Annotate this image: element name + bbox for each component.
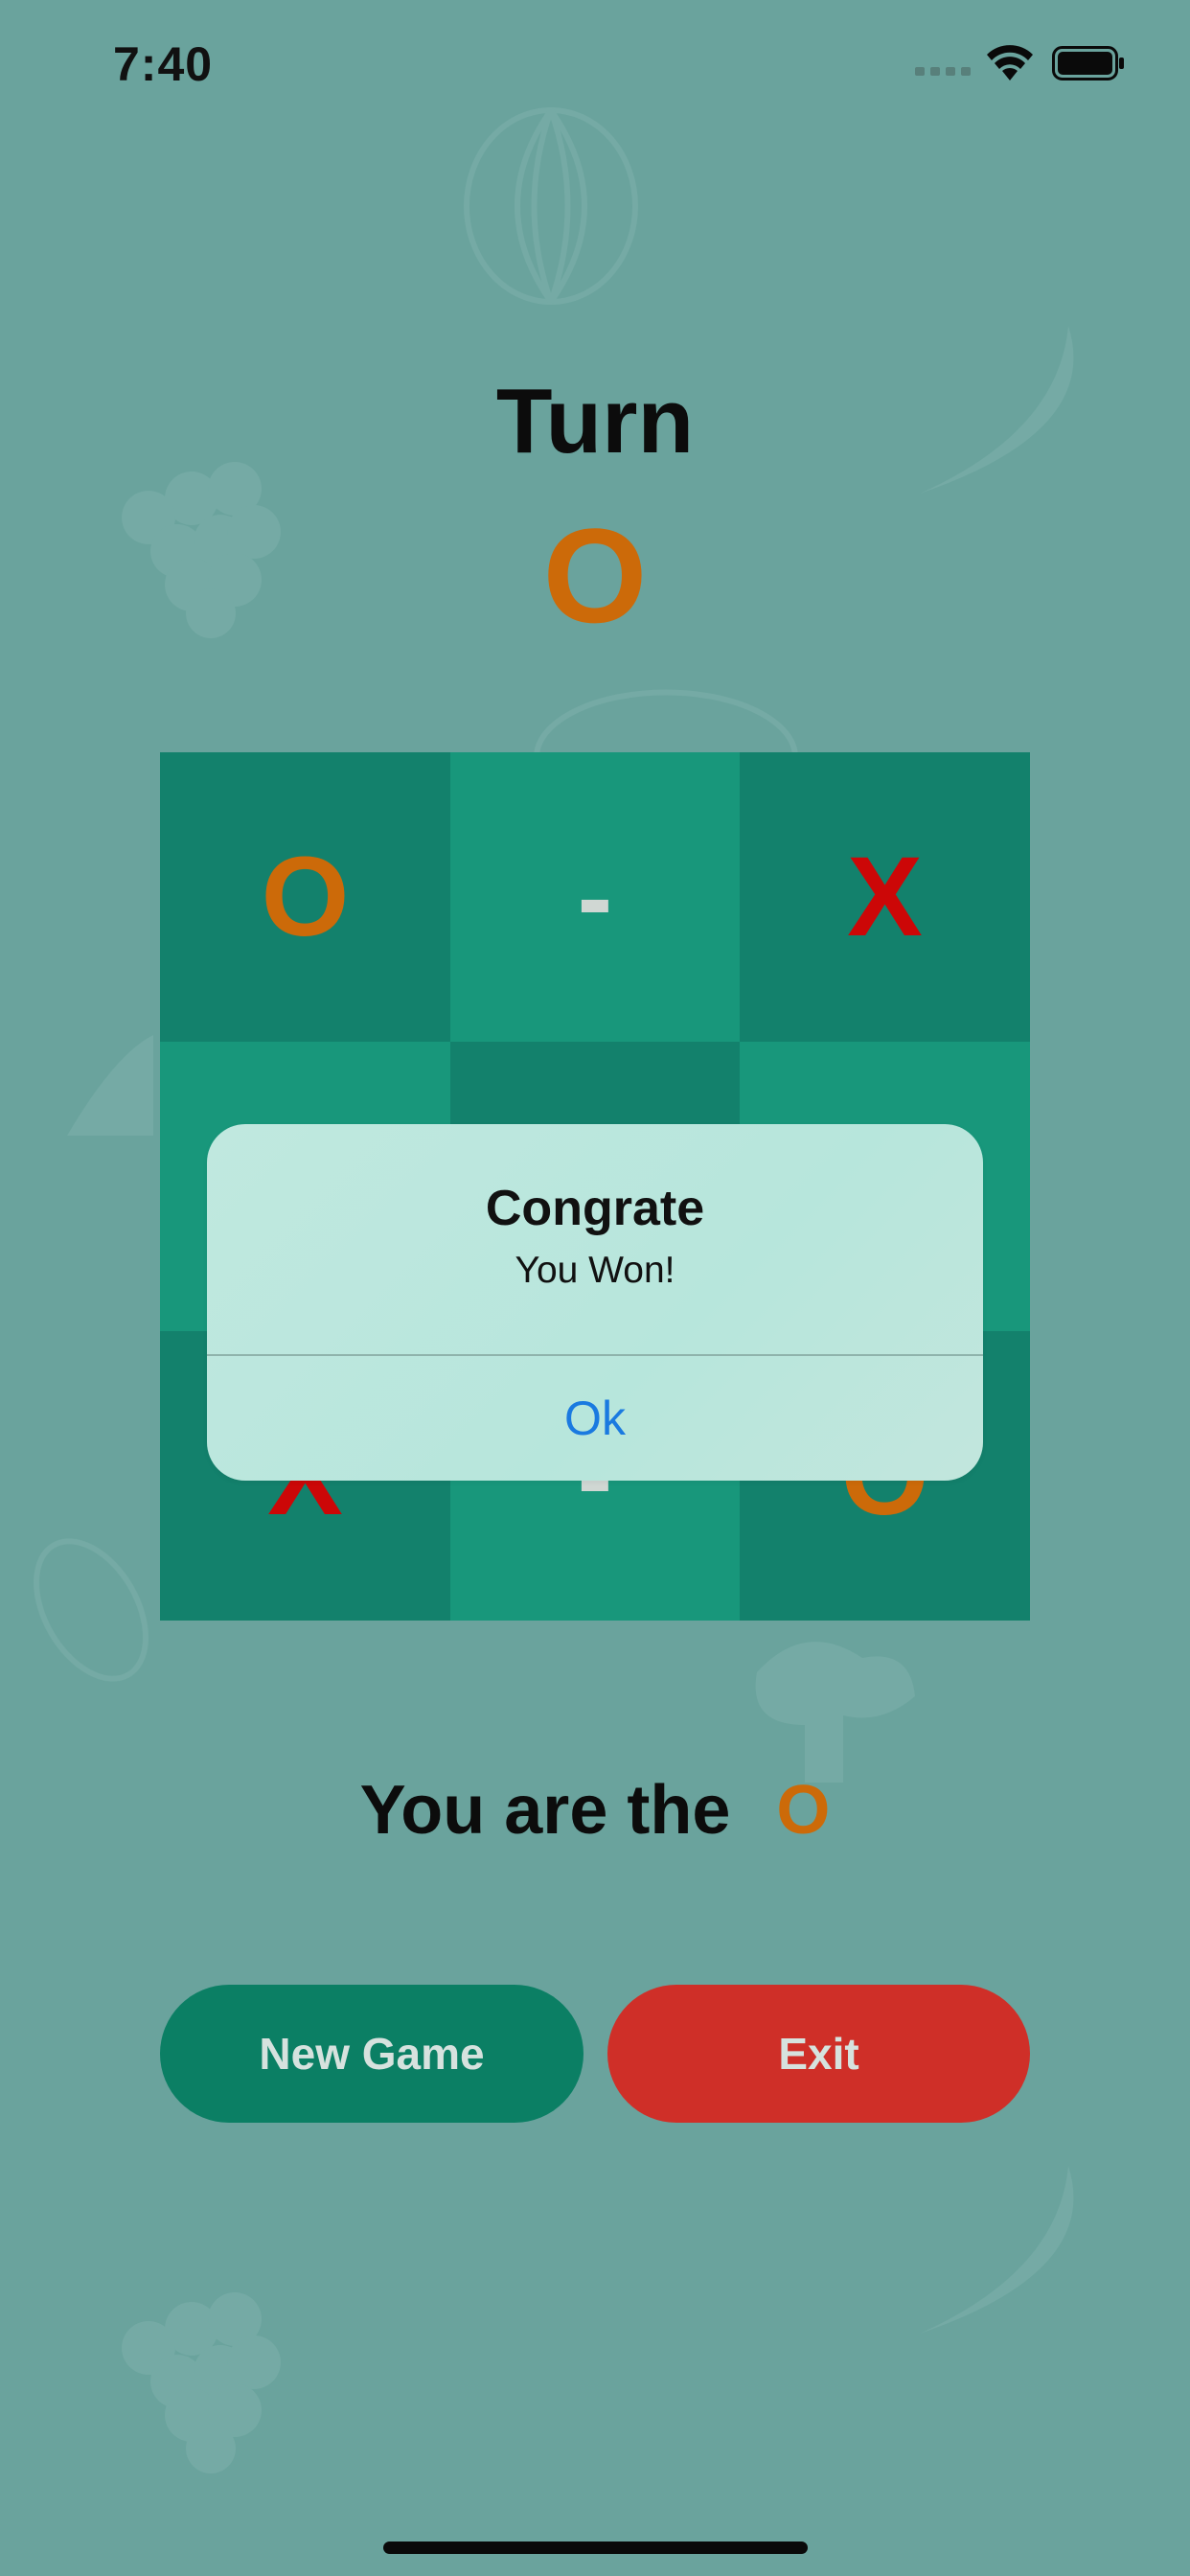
alert-title: Congrate xyxy=(485,1181,705,1236)
battery-icon xyxy=(1052,46,1124,80)
wifi-icon xyxy=(987,45,1033,80)
new-game-button[interactable]: New Game xyxy=(160,1985,584,2123)
player-mark: O xyxy=(776,1772,831,1849)
current-turn-mark: O xyxy=(542,500,648,651)
win-alert-dialog: Congrate You Won! Ok xyxy=(207,1124,983,1481)
signal-icon xyxy=(915,67,971,76)
home-indicator[interactable] xyxy=(383,2542,808,2554)
exit-button[interactable]: Exit xyxy=(607,1985,1030,2123)
board-cell[interactable]: X xyxy=(740,752,1030,1042)
player-info-label: You are the xyxy=(359,1772,731,1849)
board-cell[interactable]: - xyxy=(450,752,740,1042)
player-info: You are the O xyxy=(0,1771,1190,1850)
status-time: 7:40 xyxy=(113,37,214,91)
ok-button[interactable]: Ok xyxy=(207,1356,983,1481)
alert-message: You Won! xyxy=(515,1250,675,1291)
turn-title: Turn xyxy=(495,370,695,472)
board-cell[interactable]: O xyxy=(160,752,450,1042)
